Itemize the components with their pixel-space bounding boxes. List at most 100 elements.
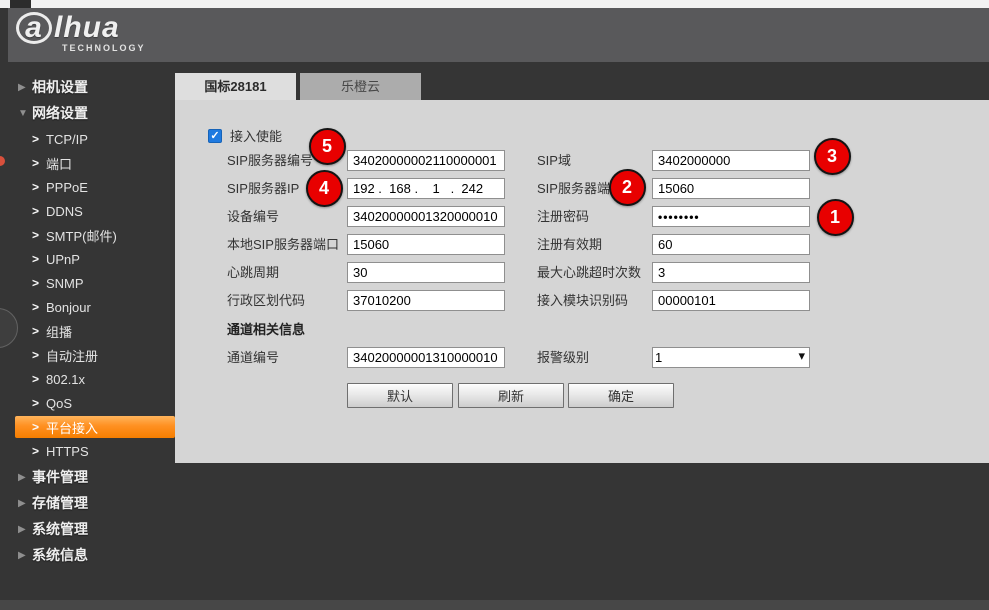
sidebar-item-port[interactable]: >端口: [15, 152, 175, 174]
alarm-level-select-wrap: 1▾: [652, 347, 810, 368]
sidebar-item-label: 系统信息: [32, 545, 88, 565]
register-validity-input[interactable]: [652, 234, 810, 255]
sidebar-item-snmp[interactable]: >SNMP: [15, 272, 175, 294]
sidebar-item-label: 系统管理: [32, 519, 88, 539]
chevron-right-icon: >: [32, 204, 46, 218]
sidebar-item-https[interactable]: >HTTPS: [15, 440, 175, 462]
chevron-right-icon: >: [32, 348, 46, 362]
sidebar-item-label: 相机设置: [32, 77, 88, 97]
channel-number-input[interactable]: [347, 347, 505, 368]
logo-a-ring: a: [16, 12, 52, 44]
browser-top-strip: [0, 0, 989, 8]
platform-access-panel: ✓ 接入使能 通道相关信息 SIP服务器编号SIP域SIP服务器IPSIP服务器…: [175, 100, 989, 463]
sip-server-number-input[interactable]: [347, 150, 505, 171]
chevron-right-icon: >: [32, 132, 46, 146]
sidebar-item-qos[interactable]: >QoS: [15, 392, 175, 414]
default-button[interactable]: 默认: [347, 383, 453, 408]
sidebar-item-802-1x[interactable]: >802.1x: [15, 368, 175, 390]
triangle-right-icon: ▶: [18, 498, 32, 509]
bottom-strip: [0, 600, 989, 610]
triangle-right-icon: ▶: [18, 82, 32, 93]
annotation-circle-3: 3: [814, 138, 851, 175]
annotation-circle-4: 4: [306, 170, 343, 207]
chevron-right-icon: >: [32, 156, 46, 170]
sip-server-ip-input[interactable]: [347, 178, 505, 199]
sidebar-item-pppoe[interactable]: >PPPoE: [15, 176, 175, 198]
chevron-right-icon: >: [32, 396, 46, 410]
sip-domain-input[interactable]: [652, 150, 810, 171]
sidebar-menu: ▶相机设置▼网络设置>TCP/IP>端口>PPPoE>DDNS>SMTP(邮件)…: [0, 62, 175, 600]
enable-label: 接入使能: [230, 126, 282, 145]
max-heartbeat-timeouts-input[interactable]: [652, 262, 810, 283]
field-label: 设备编号: [227, 206, 279, 227]
sidebar-item-label: TCP/IP: [46, 132, 88, 147]
annotation-circle-5: 5: [309, 128, 346, 165]
chevron-right-icon: >: [32, 420, 46, 434]
sidebar-item-label: 网络设置: [32, 103, 88, 123]
sidebar-item-auto-register[interactable]: >自动注册: [15, 344, 175, 366]
device-number-input[interactable]: [347, 206, 505, 227]
sidebar-item-label: PPPoE: [46, 180, 88, 195]
sidebar-group-storage-management[interactable]: ▶存储管理: [0, 490, 175, 516]
chevron-right-icon: >: [32, 276, 46, 290]
chevron-right-icon: >: [32, 444, 46, 458]
access-module-id-input[interactable]: [652, 290, 810, 311]
browser-tab-fragment: [10, 0, 31, 8]
confirm-button[interactable]: 确定: [568, 383, 674, 408]
sidebar-item-label: 自动注册: [46, 346, 98, 365]
sidebar-item-smtp-email[interactable]: >SMTP(邮件): [15, 224, 175, 246]
sidebar-item-label: Bonjour: [46, 300, 91, 315]
field-label: 注册有效期: [537, 234, 602, 255]
admin-region-code-input[interactable]: [347, 290, 505, 311]
sip-server-port-input[interactable]: [652, 178, 810, 199]
triangle-right-icon: ▶: [18, 550, 32, 561]
sidebar-group-camera-settings[interactable]: ▶相机设置: [0, 74, 175, 100]
sidebar-item-label: 端口: [46, 154, 72, 173]
chevron-right-icon: >: [32, 300, 46, 314]
sidebar-item-tcp-ip[interactable]: >TCP/IP: [15, 128, 175, 150]
field-label: 通道编号: [227, 347, 279, 368]
refresh-button[interactable]: 刷新: [458, 383, 564, 408]
enable-row: ✓ 接入使能: [208, 126, 282, 145]
sidebar-item-platform-access[interactable]: >平台接入: [15, 416, 175, 438]
field-label: 心跳周期: [227, 262, 279, 283]
logo-technology-label: TECHNOLOGY: [62, 43, 146, 53]
field-label: 注册密码: [537, 206, 589, 227]
sidebar-item-label: 事件管理: [32, 467, 88, 487]
triangle-right-icon: ▶: [18, 472, 32, 483]
sidebar-item-label: 平台接入: [46, 418, 98, 437]
heartbeat-period-input[interactable]: [347, 262, 505, 283]
sidebar-item-bonjour[interactable]: >Bonjour: [15, 296, 175, 318]
logo-text: lhua: [54, 11, 120, 44]
triangle-right-icon: ▶: [18, 524, 32, 535]
chevron-right-icon: >: [32, 180, 46, 194]
sidebar-item-ddns[interactable]: >DDNS: [15, 200, 175, 222]
register-password-input[interactable]: [652, 206, 810, 227]
tab-bar: 国标28181乐橙云: [175, 73, 421, 100]
sidebar-item-multicast[interactable]: >组播: [15, 320, 175, 342]
dahua-logo: alhua TECHNOLOGY: [16, 11, 146, 53]
sidebar-group-network-settings[interactable]: ▼网络设置: [0, 100, 175, 126]
sidebar-group-system-management[interactable]: ▶系统管理: [0, 516, 175, 542]
alarm-level-select[interactable]: 1: [652, 347, 810, 368]
sidebar-item-upnp[interactable]: >UPnP: [15, 248, 175, 270]
chevron-right-icon: >: [32, 324, 46, 338]
header-bar: alhua TECHNOLOGY: [8, 8, 989, 62]
sidebar-group-system-info[interactable]: ▶系统信息: [0, 542, 175, 568]
sidebar-item-label: SNMP: [46, 276, 84, 291]
sidebar-group-event-management[interactable]: ▶事件管理: [0, 464, 175, 490]
enable-checkbox[interactable]: ✓: [208, 129, 222, 143]
chevron-right-icon: >: [32, 228, 46, 242]
field-label: SIP域: [537, 150, 571, 171]
sidebar-item-label: 存储管理: [32, 493, 88, 513]
sidebar-item-label: 组播: [46, 322, 72, 341]
field-label: 本地SIP服务器端口: [227, 234, 339, 255]
tab-gb28181[interactable]: 国标28181: [175, 73, 296, 100]
field-label: 行政区划代码: [227, 290, 305, 311]
local-sip-server-port-input[interactable]: [347, 234, 505, 255]
channel-section-title: 通道相关信息: [227, 319, 305, 338]
sidebar-item-label: 802.1x: [46, 372, 85, 387]
tab-lecheng-cloud[interactable]: 乐橙云: [300, 73, 421, 100]
sidebar-item-label: UPnP: [46, 252, 80, 267]
annotation-circle-1: 1: [817, 199, 854, 236]
